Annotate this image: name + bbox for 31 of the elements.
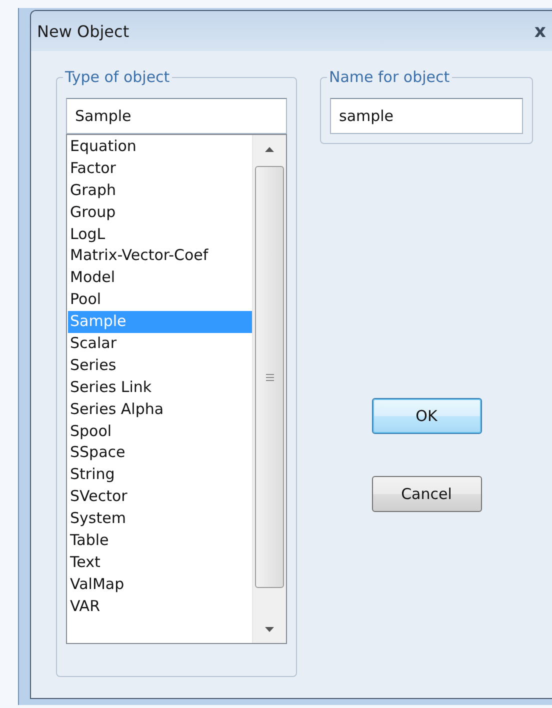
list-item[interactable]: Text <box>68 552 252 574</box>
list-item[interactable]: String <box>68 464 252 486</box>
list-item[interactable]: Scalar <box>68 333 252 355</box>
list-item[interactable]: Pool <box>68 289 252 312</box>
type-field[interactable]: Sample <box>66 98 287 134</box>
scroll-up-icon[interactable] <box>265 146 274 152</box>
dialog-button[interactable]: Cancel <box>372 476 482 512</box>
list-item[interactable]: Model <box>68 267 252 290</box>
list-item[interactable]: LogL <box>68 224 252 246</box>
list-item[interactable]: VAR <box>68 596 252 618</box>
list-item[interactable]: Table <box>68 530 252 552</box>
scroll-down-icon[interactable] <box>265 626 274 632</box>
list-item[interactable]: Spool <box>68 420 252 442</box>
window-title: New Object <box>37 22 130 40</box>
list-item[interactable]: Equation <box>68 136 252 158</box>
list-item[interactable]: Graph <box>68 180 252 202</box>
list-item[interactable]: Series Link <box>68 376 252 399</box>
list-item[interactable]: Group <box>68 202 252 224</box>
list-item[interactable]: Matrix-Vector-Coef <box>68 245 252 268</box>
list-item[interactable]: System <box>68 508 252 530</box>
list-item[interactable]: ValMap <box>68 574 252 596</box>
list-item[interactable]: SSpace <box>68 442 252 464</box>
list-item[interactable]: Series Alpha <box>68 398 252 421</box>
scroll-bar[interactable] <box>252 135 286 643</box>
name-field[interactable]: sample <box>330 98 523 134</box>
list-item[interactable]: Series <box>68 354 252 377</box>
list-item[interactable]: SVector <box>68 486 252 508</box>
grip-icon <box>266 374 274 380</box>
list-item[interactable]: Factor <box>68 158 252 180</box>
close-button[interactable]: x <box>530 20 550 42</box>
dialog-button[interactable]: OK <box>372 398 482 434</box>
